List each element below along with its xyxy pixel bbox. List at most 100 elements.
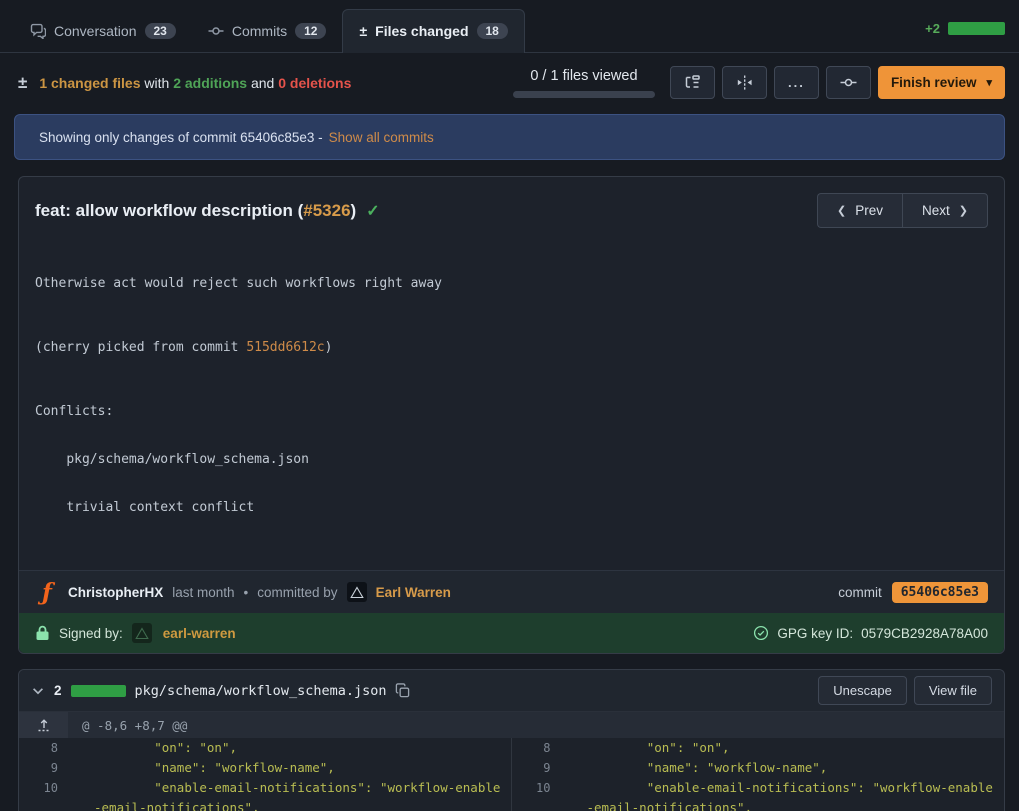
unfold-up-icon [37, 718, 51, 732]
file-name-link[interactable]: pkg/schema/workflow_schema.json [135, 683, 387, 699]
old-line-number[interactable]: 8 [19, 738, 68, 758]
gpg-key-label: GPG key ID: [777, 626, 853, 641]
additions-total-label: +2 [925, 21, 940, 36]
review-toolbar: 0 / 1 files viewed ... Finish review ▾ [513, 66, 1005, 99]
triangle-avatar-icon [350, 586, 364, 599]
chevron-right-icon: ❯ [959, 206, 968, 216]
pr-diff-meter: +2 [925, 21, 1005, 52]
commit-label: commit [838, 585, 882, 600]
signer-name[interactable]: earl-warren [163, 626, 236, 641]
files-viewed-label: 0 / 1 files viewed [513, 68, 655, 84]
hunk-header-row: @ -8,6 +8,7 @@ [19, 711, 1004, 738]
diff-stat-icon: ± [18, 73, 27, 93]
file-tree-toggle-button[interactable] [670, 66, 715, 99]
finish-review-label: Finish review [891, 75, 977, 90]
commit-message-line: Otherwise act would reject such workflow… [35, 276, 988, 292]
diff-file-header: 2 pkg/schema/workflow_schema.json Unesca… [19, 670, 1004, 711]
split-view-icon [736, 75, 753, 90]
unescape-button[interactable]: Unescape [818, 676, 907, 705]
file-diff-meter-bar [71, 685, 126, 697]
prev-next-group: ❮ Prev Next ❯ [817, 193, 988, 228]
commit-message-line: pkg/schema/workflow_schema.json [35, 452, 988, 468]
chevron-left-icon: ❮ [837, 206, 846, 216]
tab-files-changed-label: Files changed [375, 23, 468, 39]
lock-icon [35, 625, 50, 641]
show-all-commits-link[interactable]: Show all commits [329, 130, 434, 145]
commit-title-row: feat: allow workflow description (#5326)… [19, 177, 1004, 238]
commit-message-body: Otherwise act would reject such workflow… [19, 238, 1004, 570]
commit-author-bar: ƒ ChristopherHX last month • committed b… [19, 570, 1004, 613]
commit-message-box: feat: allow workflow description (#5326)… [18, 176, 1005, 654]
committed-by-label: committed by [257, 585, 337, 600]
cherry-pick-commit-link[interactable]: 515dd6612c [246, 340, 324, 355]
tab-files-changed[interactable]: ± Files changed 18 [342, 9, 524, 53]
conversation-count-badge: 23 [145, 23, 176, 39]
commit-scope-banner: Showing only changes of commit 65406c85e… [14, 114, 1005, 160]
next-commit-button[interactable]: Next ❯ [902, 193, 988, 228]
expand-hunk-button[interactable] [19, 712, 68, 738]
file-tree-icon [684, 75, 701, 90]
diff-icon: ± [359, 23, 367, 39]
old-code-line: "name": "workflow-name", [94, 758, 511, 778]
author-avatar[interactable]: ƒ [35, 580, 59, 604]
committer-name[interactable]: Earl Warren [376, 585, 451, 600]
tab-conversation[interactable]: Conversation 23 [14, 10, 192, 52]
hunk-header-text: @ -8,6 +8,7 @@ [68, 712, 1004, 738]
diff-row: 8 "on": "on", [19, 738, 511, 758]
old-line-number[interactable]: 9 [19, 758, 68, 778]
tab-commits[interactable]: Commits 12 [192, 10, 343, 52]
commit-signature-bar: Signed by: earl-warren GPG key ID: 0579C… [19, 613, 1004, 653]
commit-icon [840, 75, 857, 90]
author-name[interactable]: ChristopherHX [68, 585, 163, 600]
file-header-buttons: Unescape View file [818, 676, 992, 705]
commit-select-button[interactable] [826, 66, 871, 99]
files-viewed-progressbar [513, 91, 655, 98]
commit-sha-badge[interactable]: 65406c85e3 [892, 582, 988, 603]
banner-text: Showing only changes of commit 65406c85e… [39, 130, 323, 145]
more-options-button[interactable]: ... [774, 66, 819, 99]
old-code-line: "on": "on", [94, 738, 511, 758]
commit-message-line: (cherry picked from commit 515dd6612c) [35, 340, 988, 356]
commits-count-badge: 12 [295, 23, 326, 39]
gpg-key-group: GPG key ID: 0579CB2928A78A00 [753, 625, 988, 641]
split-unified-diff-button[interactable] [722, 66, 767, 99]
files-viewed-block: 0 / 1 files viewed [513, 68, 655, 98]
new-line-number[interactable]: 10 [512, 778, 561, 811]
diff-meter-bar [948, 22, 1005, 35]
ellipsis-icon: ... [788, 80, 805, 86]
conversation-icon [30, 23, 46, 39]
diff-row: 10 "enable-email-notifications": "workfl… [19, 778, 511, 811]
commit-sha-group: commit 65406c85e3 [838, 582, 988, 603]
diff-row: 9 "name": "workflow-name", [512, 758, 1005, 778]
signer-avatar[interactable] [132, 623, 152, 643]
new-line-number[interactable]: 9 [512, 758, 561, 778]
split-diff-table: 8 "on": "on", 9 "name": "workflow-name",… [19, 738, 1004, 811]
diff-file-box: 2 pkg/schema/workflow_schema.json Unesca… [18, 669, 1005, 811]
view-file-button[interactable]: View file [914, 676, 992, 705]
issue-link[interactable]: #5326 [303, 201, 350, 220]
old-code-line: "enable-email-notifications": "workflow-… [94, 778, 511, 811]
new-code-line: "on": "on", [587, 738, 1005, 758]
gpg-key-value: 0579CB2928A78A00 [861, 626, 988, 641]
copy-path-icon[interactable] [395, 683, 410, 698]
prev-commit-button[interactable]: ❮ Prev [817, 193, 902, 228]
tab-conversation-label: Conversation [54, 23, 137, 39]
deletions-text: 0 deletions [278, 75, 351, 91]
new-line-number[interactable]: 8 [512, 738, 561, 758]
diff-stat-summary: 1 changed files with 2 additions and 0 d… [39, 75, 351, 91]
changed-files-text: 1 changed files [39, 75, 140, 91]
file-addition-count: 2 [54, 683, 62, 698]
pr-tab-bar: Conversation 23 Commits 12 ± Files chang… [0, 0, 1019, 53]
old-line-number[interactable]: 10 [19, 778, 68, 811]
commit-message-line: Conflicts: [35, 404, 988, 420]
committer-avatar[interactable] [347, 582, 367, 602]
commit-title: feat: allow workflow description (#5326)… [35, 201, 380, 221]
diff-pane-new: 8 "on": "on", 9 "name": "workflow-name",… [512, 738, 1005, 811]
finish-review-button[interactable]: Finish review ▾ [878, 66, 1005, 99]
collapse-file-chevron-icon[interactable] [31, 684, 45, 698]
diff-pane-old: 8 "on": "on", 9 "name": "workflow-name",… [19, 738, 512, 811]
diff-row: 9 "name": "workflow-name", [19, 758, 511, 778]
diff-row: 8 "on": "on", [512, 738, 1005, 758]
new-code-line: "name": "workflow-name", [587, 758, 1005, 778]
additions-text: 2 additions [173, 75, 247, 91]
